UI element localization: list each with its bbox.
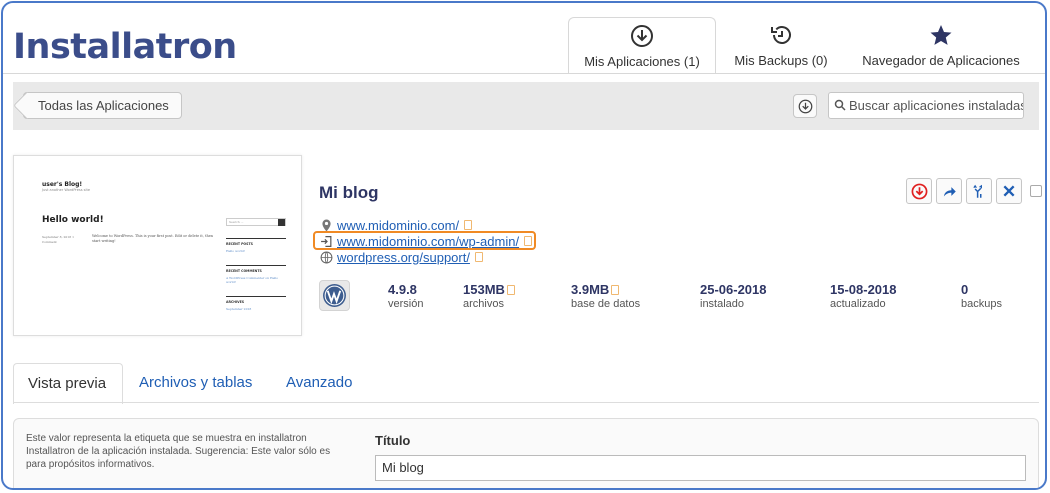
search-icon: [834, 99, 846, 111]
clone-button[interactable]: [966, 178, 992, 204]
download-circle-icon: [798, 99, 812, 113]
copy-icon[interactable]: [506, 284, 515, 295]
download-button[interactable]: [793, 94, 817, 118]
history-icon: [716, 23, 846, 49]
close-icon: [1003, 185, 1015, 197]
download-circle-icon: [569, 24, 715, 50]
stat-label: instalado: [700, 298, 745, 310]
link-row-support: wordpress.org/support/: [319, 249, 532, 265]
star-icon: [846, 23, 1036, 49]
stat-backups: 0 backups: [961, 282, 1002, 310]
stat-installed: 25-06-2018 instalado: [700, 282, 767, 310]
stat-files: 153MB archivos: [463, 282, 515, 310]
download-circle-icon: [911, 183, 927, 199]
app-actions: [906, 178, 1042, 204]
stat-label: versión: [388, 298, 424, 310]
stat-value: 0: [961, 282, 969, 297]
stat-value: 15-08-2018: [830, 282, 897, 297]
branch-icon: [972, 184, 982, 198]
title-input[interactable]: Mi blog: [375, 455, 1026, 481]
tabs-divider: [13, 402, 1039, 403]
delete-button[interactable]: [996, 178, 1022, 204]
backup-button[interactable]: [906, 178, 932, 204]
stat-value: 4.9.8: [388, 282, 417, 297]
copy-icon[interactable]: [474, 252, 483, 262]
toolbar: Todas las Aplicaciones Buscar aplicacion…: [13, 82, 1039, 130]
back-label: Todas las Aplicaciones: [38, 98, 169, 113]
tab-label: Mis Aplicaciones (1): [584, 54, 700, 69]
select-checkbox[interactable]: [1030, 185, 1042, 197]
tab-label: Navegador de Aplicaciones: [862, 53, 1020, 68]
globe-icon: [319, 251, 333, 264]
tab-archivos-tablas[interactable]: Archivos y tablas: [125, 363, 266, 403]
stat-value: 153MB: [463, 282, 505, 297]
share-button[interactable]: [936, 178, 962, 204]
header: Installatron Mis Aplicaciones (1) Mis Ba…: [3, 3, 1045, 74]
thumb-archives: ARCHIVES: [226, 296, 286, 304]
stat-label: base de datos: [571, 298, 641, 310]
thumb-site-title: user's Blog!: [42, 181, 83, 188]
thumb-search: Search ...: [226, 218, 286, 226]
thumb-recent-post-item: Hello world!: [226, 249, 245, 253]
logo: Installatron: [13, 27, 237, 67]
support-link[interactable]: wordpress.org/support/: [337, 250, 470, 265]
thumb-recent-posts: RECENT POSTS: [226, 238, 286, 246]
back-button[interactable]: Todas las Aplicaciones: [23, 92, 182, 119]
header-divider: [3, 73, 1045, 74]
thumb-post-title: Hello world!: [42, 215, 104, 225]
share-arrow-icon: [943, 186, 956, 196]
stat-label: backups: [961, 298, 1002, 310]
tab-mis-backups[interactable]: Mis Backups (0): [716, 17, 846, 73]
location-pin-icon: [319, 219, 333, 232]
top-tabs: Mis Aplicaciones (1) Mis Backups (0) Nav…: [568, 17, 1036, 74]
thumb-post-body: Welcome to WordPress. This is your first…: [92, 234, 214, 243]
stat-value-row: 3.9MB: [571, 282, 640, 297]
detail-tabs: Vista previa Archivos y tablas Avanzado: [13, 363, 1039, 404]
tab-label: Mis Backups (0): [734, 53, 828, 68]
stat-value: 25-06-2018: [700, 282, 767, 297]
tab-mis-aplicaciones[interactable]: Mis Aplicaciones (1): [568, 17, 716, 74]
stat-label: actualizado: [830, 298, 886, 310]
thumb-recent-comment-item: A WordPress Commenter on Hello world!: [226, 276, 279, 284]
tab-navegador[interactable]: Navegador de Aplicaciones: [846, 17, 1036, 73]
wordpress-logo-icon: [319, 280, 350, 311]
stat-version: 4.9.8 versión: [388, 282, 423, 310]
stat-value-row: 153MB: [463, 282, 515, 297]
app-title: Mi blog: [319, 183, 379, 202]
thumb-archive-item: September 2018: [226, 307, 252, 311]
app-window: Installatron Mis Aplicaciones (1) Mis Ba…: [1, 1, 1047, 490]
stat-updated: 15-08-2018 actualizado: [830, 282, 897, 310]
title-label: Título: [375, 433, 411, 448]
search-placeholder: Buscar aplicaciones instaladas: [849, 98, 1024, 113]
admin-link-highlight: [313, 231, 536, 250]
thumb-sidebar: Search ... RECENT POSTS Hello world! REC…: [226, 218, 286, 311]
field-description: Este valor representa la etiqueta que se…: [26, 433, 331, 470]
stat-database: 3.9MB base de datos: [571, 282, 640, 310]
tab-vista-previa[interactable]: Vista previa: [13, 363, 123, 404]
copy-icon[interactable]: [611, 284, 620, 295]
site-thumbnail[interactable]: user's Blog! Just another WordPress site…: [13, 155, 302, 336]
thumb-recent-comments: RECENT COMMENTS: [226, 265, 286, 273]
stat-label: archivos: [463, 298, 504, 310]
tab-avanzado[interactable]: Avanzado: [272, 363, 366, 403]
copy-icon[interactable]: [464, 220, 473, 230]
stat-value: 3.9MB: [571, 282, 610, 297]
thumb-post-meta: September 8, 2018 1 Comment: [42, 235, 74, 244]
settings-panel: Este valor representa la etiqueta que se…: [13, 418, 1039, 488]
search-input[interactable]: Buscar aplicaciones instaladas: [828, 92, 1024, 119]
thumb-tagline: Just another WordPress site: [42, 188, 91, 192]
